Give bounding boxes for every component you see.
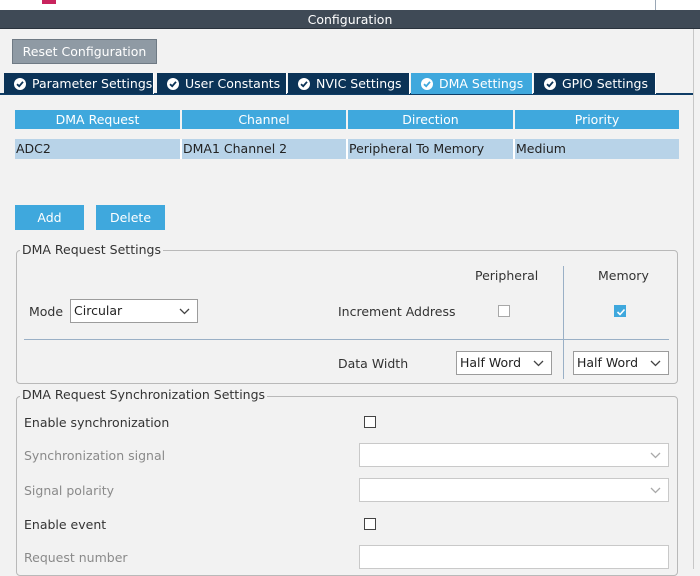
check-circle-icon bbox=[421, 78, 433, 90]
mode-value: Circular bbox=[74, 303, 123, 318]
chevron-down-icon bbox=[533, 360, 544, 367]
table-cell-dma-request: ADC2 bbox=[15, 139, 180, 159]
tab-label: User Constants bbox=[185, 76, 281, 91]
peripheral-data-width-select[interactable]: Half Word bbox=[456, 351, 552, 375]
tab-label: Parameter Settings bbox=[32, 76, 153, 91]
memory-header: Memory bbox=[598, 268, 649, 283]
chevron-down-icon bbox=[650, 360, 661, 367]
chevron-down-icon bbox=[650, 487, 661, 494]
check-circle-icon bbox=[298, 78, 310, 90]
peripheral-header: Peripheral bbox=[475, 268, 539, 283]
dma-sync-settings-legend: DMA Request Synchronization Settings bbox=[20, 387, 268, 402]
brand-accent-mark bbox=[42, 0, 56, 4]
signal-polarity-label: Signal polarity bbox=[24, 483, 114, 498]
top-strip bbox=[0, 0, 700, 10]
mode-select[interactable]: Circular bbox=[70, 299, 198, 323]
increment-address-label: Increment Address bbox=[338, 304, 456, 319]
tab-label: DMA Settings bbox=[439, 76, 524, 91]
top-divider bbox=[655, 0, 656, 10]
column-header-priority[interactable]: Priority bbox=[515, 110, 679, 129]
tab-nvic-settings[interactable]: NVIC Settings bbox=[288, 73, 410, 94]
tab-bar: Parameter Settings User Constants NVIC S… bbox=[0, 73, 693, 95]
check-circle-icon bbox=[14, 78, 26, 90]
sync-signal-select[interactable] bbox=[359, 443, 669, 467]
memory-increment-checkbox[interactable] bbox=[614, 305, 626, 317]
check-circle-icon bbox=[544, 78, 556, 90]
tab-label: GPIO Settings bbox=[562, 76, 648, 91]
signal-polarity-select[interactable] bbox=[359, 478, 669, 502]
dma-request-settings-legend: DMA Request Settings bbox=[20, 242, 163, 257]
request-number-input[interactable] bbox=[359, 545, 669, 569]
panel-title: Configuration bbox=[0, 10, 700, 29]
delete-button[interactable]: Delete bbox=[96, 205, 165, 230]
sync-signal-label: Synchronization signal bbox=[24, 448, 166, 463]
chevron-down-icon bbox=[650, 452, 661, 459]
chevron-down-icon bbox=[179, 308, 190, 315]
column-header-dma-request[interactable]: DMA Request bbox=[15, 110, 180, 129]
enable-event-label: Enable event bbox=[24, 517, 107, 532]
settings-separator bbox=[24, 339, 669, 340]
tab-label: NVIC Settings bbox=[316, 76, 402, 91]
request-number-label: Request number bbox=[24, 550, 128, 565]
memory-data-width-value: Half Word bbox=[577, 355, 639, 370]
table-cell-channel: DMA1 Channel 2 bbox=[182, 139, 346, 159]
tab-dma-settings[interactable]: DMA Settings bbox=[411, 73, 533, 94]
enable-sync-label: Enable synchronization bbox=[24, 415, 170, 430]
enable-event-checkbox[interactable] bbox=[364, 518, 376, 530]
add-button[interactable]: Add bbox=[15, 205, 84, 230]
checkmark-icon bbox=[616, 308, 626, 316]
tab-gpio-settings[interactable]: GPIO Settings bbox=[534, 73, 656, 94]
table-cell-priority: Medium bbox=[515, 139, 679, 159]
enable-sync-checkbox[interactable] bbox=[364, 416, 376, 428]
tab-parameter-settings[interactable]: Parameter Settings bbox=[4, 73, 154, 94]
tab-user-constants[interactable]: User Constants bbox=[157, 73, 287, 94]
mode-label: Mode bbox=[29, 304, 64, 319]
reset-configuration-button[interactable]: Reset Configuration bbox=[12, 39, 157, 64]
memory-data-width-select[interactable]: Half Word bbox=[573, 351, 669, 375]
check-circle-icon bbox=[167, 78, 179, 90]
peripheral-increment-checkbox[interactable] bbox=[498, 305, 510, 317]
column-divider bbox=[563, 266, 564, 379]
column-header-channel[interactable]: Channel bbox=[182, 110, 346, 129]
panel-right-edge bbox=[693, 29, 694, 569]
column-header-direction[interactable]: Direction bbox=[348, 110, 513, 129]
data-width-label: Data Width bbox=[338, 356, 409, 371]
peripheral-data-width-value: Half Word bbox=[460, 355, 522, 370]
table-cell-direction: Peripheral To Memory bbox=[348, 139, 513, 159]
